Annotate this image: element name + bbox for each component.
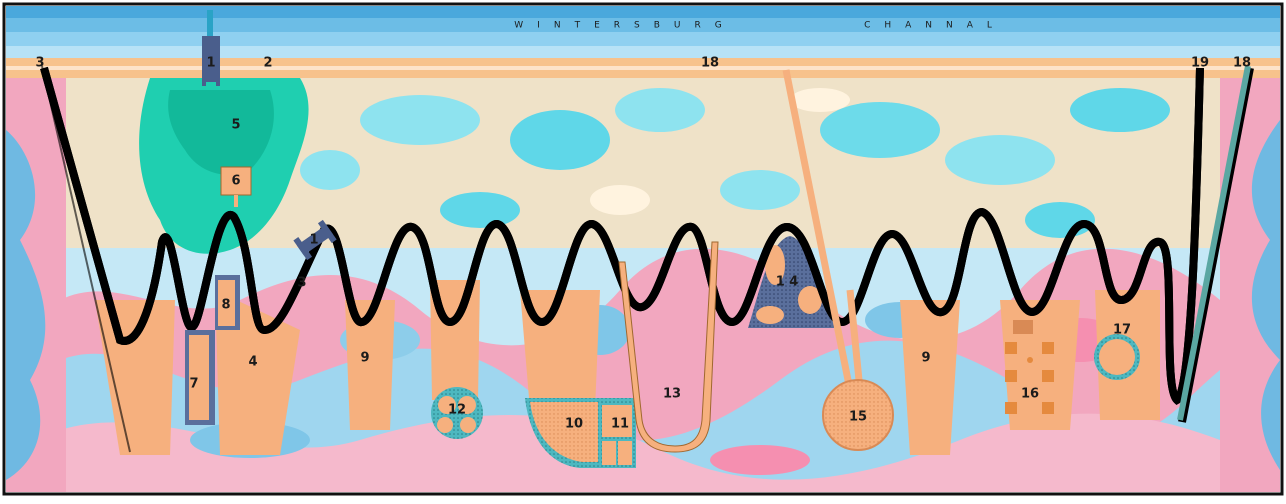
pipe-outlet [207, 10, 213, 40]
label-4-left: 4 [248, 355, 257, 370]
channel-title-part1: WINTERSBURG [514, 21, 735, 31]
label-5: 5 [231, 118, 240, 133]
label-13: 13 [663, 387, 681, 402]
label-6: 6 [231, 174, 240, 189]
channel-top-band [6, 6, 1280, 18]
label-3-left: 3 [35, 56, 44, 71]
label-8: 8 [221, 298, 230, 313]
label-12: 12 [448, 403, 466, 418]
label-1-mid: 1 [309, 233, 318, 248]
sand-band [6, 58, 1280, 66]
site-plan-svg: WINTERSBURG CHANNAL 1 2 3 18 19 18 5 6 1… [2, 2, 1284, 496]
label-9-left: 9 [360, 351, 369, 366]
label-9-right: 9 [921, 351, 930, 366]
label-15: 15 [849, 410, 867, 425]
label-2: 2 [263, 56, 272, 71]
label-7: 7 [189, 377, 198, 392]
map-canvas: WINTERSBURG CHANNAL 1 2 3 18 19 18 5 6 1… [0, 0, 1286, 500]
label-14: 1 4 [776, 275, 799, 290]
label-3-mid: 3 [297, 276, 306, 291]
label-19: 19 [1191, 56, 1209, 71]
channel-title-part2: CHANNAL [864, 21, 1006, 31]
label-11: 11 [611, 417, 629, 432]
label-10: 10 [565, 417, 583, 432]
label-18-center: 18 [701, 56, 719, 71]
label-18-right: 18 [1233, 56, 1251, 71]
label-16: 16 [1021, 387, 1039, 402]
label-1-top: 1 [206, 56, 215, 71]
label-17: 17 [1113, 323, 1131, 338]
